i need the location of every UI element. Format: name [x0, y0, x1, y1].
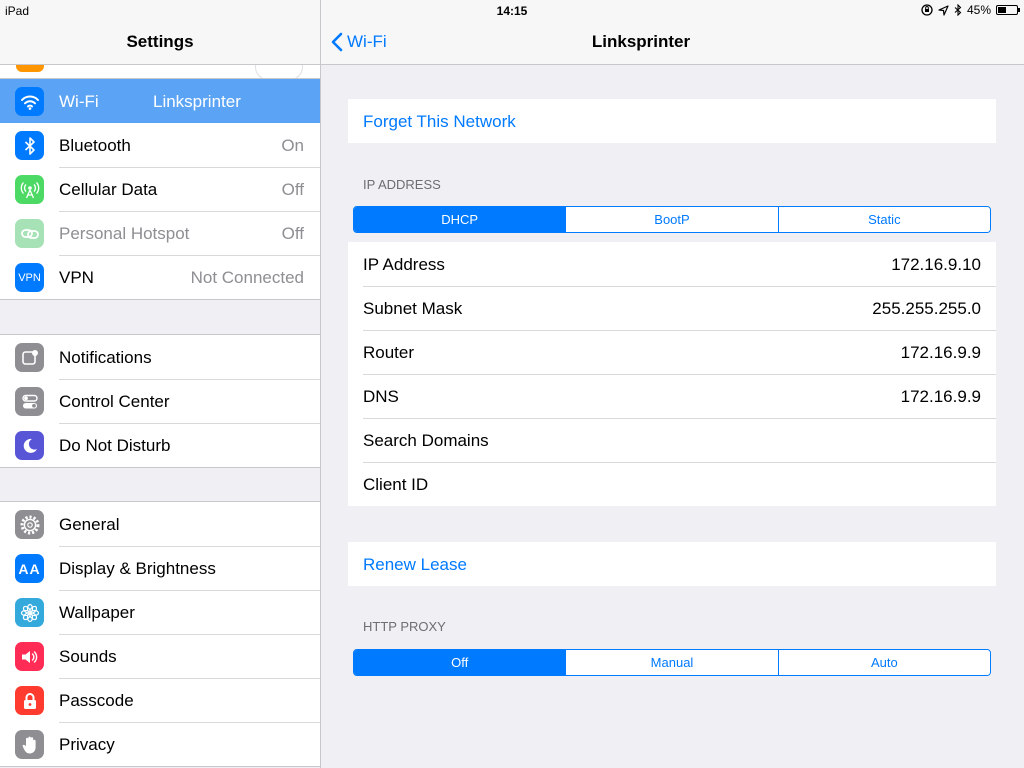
sidebar-item-value: Off — [281, 180, 304, 199]
sidebar-item-notifications[interactable]: Notifications — [0, 335, 320, 379]
segment-static[interactable]: Static — [777, 207, 990, 232]
sidebar-item-label: General — [59, 515, 120, 534]
forget-network-cell: Forget This Network — [348, 99, 996, 143]
sidebar-item-label: VPN — [59, 268, 94, 287]
subnet-mask-row: Subnet Mask 255.255.255.0 — [348, 286, 996, 330]
sidebar-item-label: Cellular Data — [59, 180, 158, 199]
sidebar-item-wifi[interactable]: Wi-Fi Linksprinter — [0, 79, 320, 123]
vpn-icon-text: VPN — [18, 271, 41, 284]
sidebar-item-do-not-disturb[interactable]: Do Not Disturb — [0, 423, 320, 467]
detail-title: Linksprinter — [591, 32, 691, 51]
sidebar-item-label: Sounds — [59, 647, 117, 666]
ip-row-value: 255.255.255.0 — [872, 299, 981, 318]
renew-lease-cell: Renew Lease — [348, 542, 996, 586]
lock-icon — [15, 686, 44, 715]
orientation-lock-icon — [921, 4, 933, 16]
cellular-icon — [15, 175, 44, 204]
status-bar: iPad 14:15 45% — [0, 0, 1024, 20]
sidebar-item-label: Privacy — [59, 735, 115, 754]
wifi-icon — [15, 87, 44, 116]
sidebar-item-label: Wi-Fi — [59, 92, 99, 111]
renew-lease-button[interactable]: Renew Lease — [363, 555, 467, 575]
sidebar-item-label: Notifications — [59, 348, 152, 367]
sidebar-item-label: Passcode — [59, 691, 134, 710]
sidebar-item-personal-hotspot[interactable]: Personal Hotspot Off — [0, 211, 320, 255]
search-domains-row[interactable]: Search Domains — [348, 418, 996, 462]
ip-row-value: 172.16.9.10 — [891, 255, 981, 274]
sidebar-group-notifications: Notifications Control Center Do Not Dist… — [0, 334, 320, 468]
client-id-row[interactable]: Client ID — [348, 462, 996, 506]
sidebar-item-passcode[interactable]: Passcode — [0, 678, 320, 722]
sidebar-item-bluetooth[interactable]: Bluetooth On — [0, 123, 320, 167]
sidebar-item-label: Do Not Disturb — [59, 436, 171, 455]
sidebar-item-label: Wallpaper — [59, 603, 135, 622]
gear-icon — [15, 510, 44, 539]
sidebar-item-control-center[interactable]: Control Center — [0, 379, 320, 423]
ip-row-label: Search Domains — [363, 431, 489, 450]
ip-row-label: Client ID — [363, 475, 429, 494]
sidebar-item-display-brightness[interactable]: AA Display & Brightness — [0, 546, 320, 590]
segment-dhcp[interactable]: DHCP — [354, 207, 566, 232]
moon-icon — [15, 431, 44, 460]
ip-details-card: IP Address 172.16.9.10 Subnet Mask 255.2… — [348, 242, 996, 506]
ip-row-value: 172.16.9.9 — [900, 387, 981, 406]
settings-sidebar: Settings Wi-Fi Linksprinter Bluetooth On… — [0, 0, 321, 768]
sidebar-item-label: Display & Brightness — [59, 559, 216, 578]
sidebar-item-value: On — [281, 136, 304, 155]
http-proxy-segmented-control: Off Manual Auto — [353, 649, 991, 676]
status-indicators: 45% — [921, 3, 1020, 17]
sidebar-item-general[interactable]: General — [0, 502, 320, 546]
sidebar-group-general: General AA Display & Brightness Wallpape… — [0, 501, 320, 767]
display-icon-text: AA — [18, 560, 41, 577]
ip-row-label: DNS — [363, 387, 399, 406]
router-row: Router 172.16.9.9 — [348, 330, 996, 374]
sidebar-title: Settings — [126, 32, 194, 51]
hand-icon — [15, 730, 44, 759]
segment-proxy-off[interactable]: Off — [354, 650, 566, 675]
location-icon — [938, 4, 949, 16]
ip-address-section-header: IP ADDRESS — [363, 177, 441, 192]
ip-address-row: IP Address 172.16.9.10 — [348, 242, 996, 286]
sidebar-item-vpn[interactable]: VPN VPN Not Connected — [0, 255, 320, 299]
ip-row-label: Router — [363, 343, 415, 362]
battery-icon — [996, 5, 1020, 15]
wallpaper-icon — [15, 598, 44, 627]
sidebar-item-value: Off — [281, 224, 304, 243]
ip-row-label: Subnet Mask — [363, 299, 463, 318]
http-proxy-section-header: HTTP PROXY — [363, 619, 446, 634]
sidebar-item-privacy[interactable]: Privacy — [0, 722, 320, 766]
bluetooth-icon — [15, 131, 44, 160]
dns-row[interactable]: DNS 172.16.9.9 — [348, 374, 996, 418]
notifications-icon — [15, 343, 44, 372]
segment-proxy-auto[interactable]: Auto — [777, 650, 990, 675]
sidebar-item-cellular-data[interactable]: Cellular Data Off — [0, 167, 320, 211]
sidebar-item-sounds[interactable]: Sounds — [0, 634, 320, 678]
segment-proxy-manual[interactable]: Manual — [565, 650, 778, 675]
vpn-icon: VPN — [15, 263, 44, 292]
hotspot-icon — [15, 219, 44, 248]
status-time: 14:15 — [496, 4, 528, 18]
sidebar-item-label: Bluetooth — [59, 136, 131, 155]
sidebar-group-connectivity: Wi-Fi Linksprinter Bluetooth On Cellular… — [0, 78, 320, 300]
control-center-icon — [15, 387, 44, 416]
ip-mode-segmented-control: DHCP BootP Static — [353, 206, 991, 233]
sidebar-item-label: Control Center — [59, 392, 170, 411]
speaker-icon — [15, 642, 44, 671]
battery-percent: 45% — [966, 3, 991, 17]
forget-network-button[interactable]: Forget This Network — [363, 112, 516, 132]
segment-bootp[interactable]: BootP — [565, 207, 778, 232]
bluetooth-status-icon — [954, 4, 962, 16]
ip-row-label: IP Address — [363, 255, 445, 274]
sidebar-item-value: Linksprinter — [153, 92, 241, 111]
sidebar-item-label: Personal Hotspot — [59, 224, 190, 243]
sidebar-item-value: Not Connected — [190, 268, 304, 287]
display-icon: AA — [15, 554, 44, 583]
sidebar-item-wallpaper[interactable]: Wallpaper — [0, 590, 320, 634]
ip-row-value: 172.16.9.9 — [900, 343, 981, 362]
network-detail-pane: Wi-Fi Linksprinter Forget This Network I… — [321, 0, 1024, 768]
